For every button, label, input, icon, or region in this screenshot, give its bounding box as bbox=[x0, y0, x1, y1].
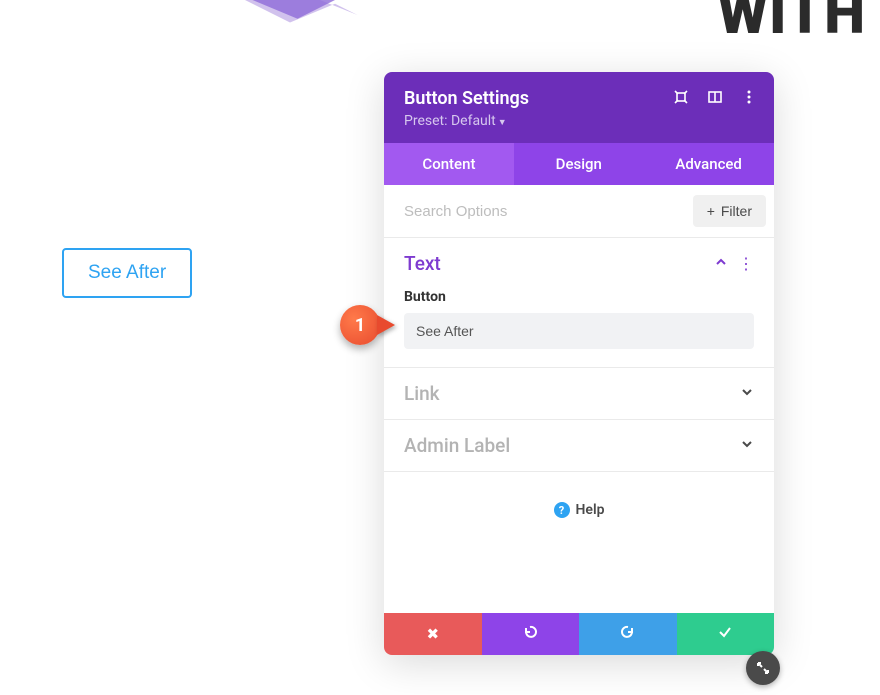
chevron-up-icon[interactable] bbox=[714, 254, 728, 273]
pointer-number: 1 bbox=[355, 315, 365, 336]
search-input[interactable] bbox=[404, 203, 693, 220]
help-icon: ? bbox=[554, 502, 570, 518]
filter-button[interactable]: + Filter bbox=[693, 195, 766, 227]
preset-dropdown[interactable]: Preset: Default▼ bbox=[404, 113, 754, 129]
sidebar-toggle-icon[interactable] bbox=[706, 88, 724, 106]
search-row: + Filter bbox=[384, 185, 774, 238]
chevron-down-icon bbox=[740, 436, 754, 455]
section-admin-label-title: Admin Label bbox=[404, 434, 510, 457]
check-icon bbox=[717, 624, 733, 644]
help-row[interactable]: ? Help bbox=[384, 472, 774, 613]
filter-label: Filter bbox=[721, 203, 752, 219]
footer-actions: ✖ bbox=[384, 613, 774, 655]
undo-button[interactable] bbox=[482, 613, 580, 655]
preview-button[interactable]: See After bbox=[62, 248, 192, 298]
section-link-title: Link bbox=[404, 382, 440, 405]
expand-arrows-icon bbox=[755, 660, 771, 676]
close-icon: ✖ bbox=[426, 625, 439, 643]
section-link[interactable]: Link bbox=[384, 368, 774, 420]
section-text-title[interactable]: Text bbox=[404, 252, 441, 275]
tab-design[interactable]: Design bbox=[514, 143, 644, 185]
button-text-input[interactable] bbox=[404, 313, 754, 349]
section-text: Text ⋮ Button bbox=[384, 238, 774, 368]
cancel-button[interactable]: ✖ bbox=[384, 613, 482, 655]
redo-icon bbox=[620, 624, 636, 644]
tab-content[interactable]: Content bbox=[384, 143, 514, 185]
chevron-down-icon bbox=[740, 384, 754, 403]
preset-label: Preset: Default bbox=[404, 113, 496, 129]
section-kebab-icon[interactable]: ⋮ bbox=[738, 254, 754, 273]
save-button[interactable] bbox=[677, 613, 775, 655]
kebab-menu-icon[interactable] bbox=[740, 88, 758, 106]
section-admin-label[interactable]: Admin Label bbox=[384, 420, 774, 472]
chevron-down-icon: ▼ bbox=[498, 118, 507, 128]
redo-button[interactable] bbox=[579, 613, 677, 655]
expand-fab[interactable] bbox=[746, 651, 780, 685]
settings-panel: Button Settings Preset: Default▼ Content… bbox=[384, 72, 774, 655]
button-field-label: Button bbox=[404, 289, 754, 305]
tabs-bar: Content Design Advanced bbox=[384, 143, 774, 185]
expand-icon[interactable] bbox=[672, 88, 690, 106]
undo-icon bbox=[522, 624, 538, 644]
tab-advanced[interactable]: Advanced bbox=[644, 143, 774, 185]
hero-text-fragment: WITH D bbox=[718, 0, 880, 48]
panel-header: Button Settings Preset: Default▼ bbox=[384, 72, 774, 143]
help-label: Help bbox=[576, 502, 605, 518]
plus-icon: + bbox=[707, 203, 715, 219]
hero-decoration bbox=[220, 0, 420, 30]
annotation-pointer: 1 bbox=[340, 305, 380, 345]
